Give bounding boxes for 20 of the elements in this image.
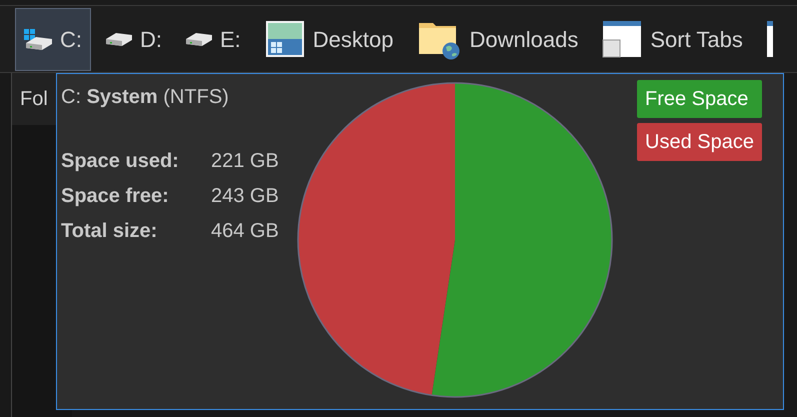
- toolbar-button[interactable]: Downloads: [408, 8, 588, 70]
- desktop-icon: [264, 20, 305, 58]
- toolbar-button[interactable]: E:: [177, 8, 250, 70]
- stat-label: Total size:: [61, 219, 158, 244]
- legend-label: Free Space: [637, 80, 762, 118]
- toolbar-button[interactable]: Sort Tabs: [593, 8, 752, 70]
- toolbar-button[interactable]: C:: [15, 8, 91, 70]
- window-icon: [766, 20, 773, 58]
- legend-label: Used Space: [637, 123, 762, 161]
- stat-value: 464 GB: [211, 219, 279, 244]
- drive-icon: [106, 32, 132, 46]
- window-tabs-icon: [602, 20, 642, 58]
- drive-icon: [186, 32, 212, 46]
- stat-label: Space free:: [61, 184, 170, 209]
- stat-value: 221 GB: [211, 149, 279, 174]
- toolbar-button[interactable]: Desktop: [256, 8, 403, 70]
- stat-label: Space used:: [61, 149, 180, 174]
- windows-drive-icon: [24, 28, 52, 50]
- toolbar-button[interactable]: D:: [97, 8, 171, 70]
- stat-value: 243 GB: [211, 184, 279, 209]
